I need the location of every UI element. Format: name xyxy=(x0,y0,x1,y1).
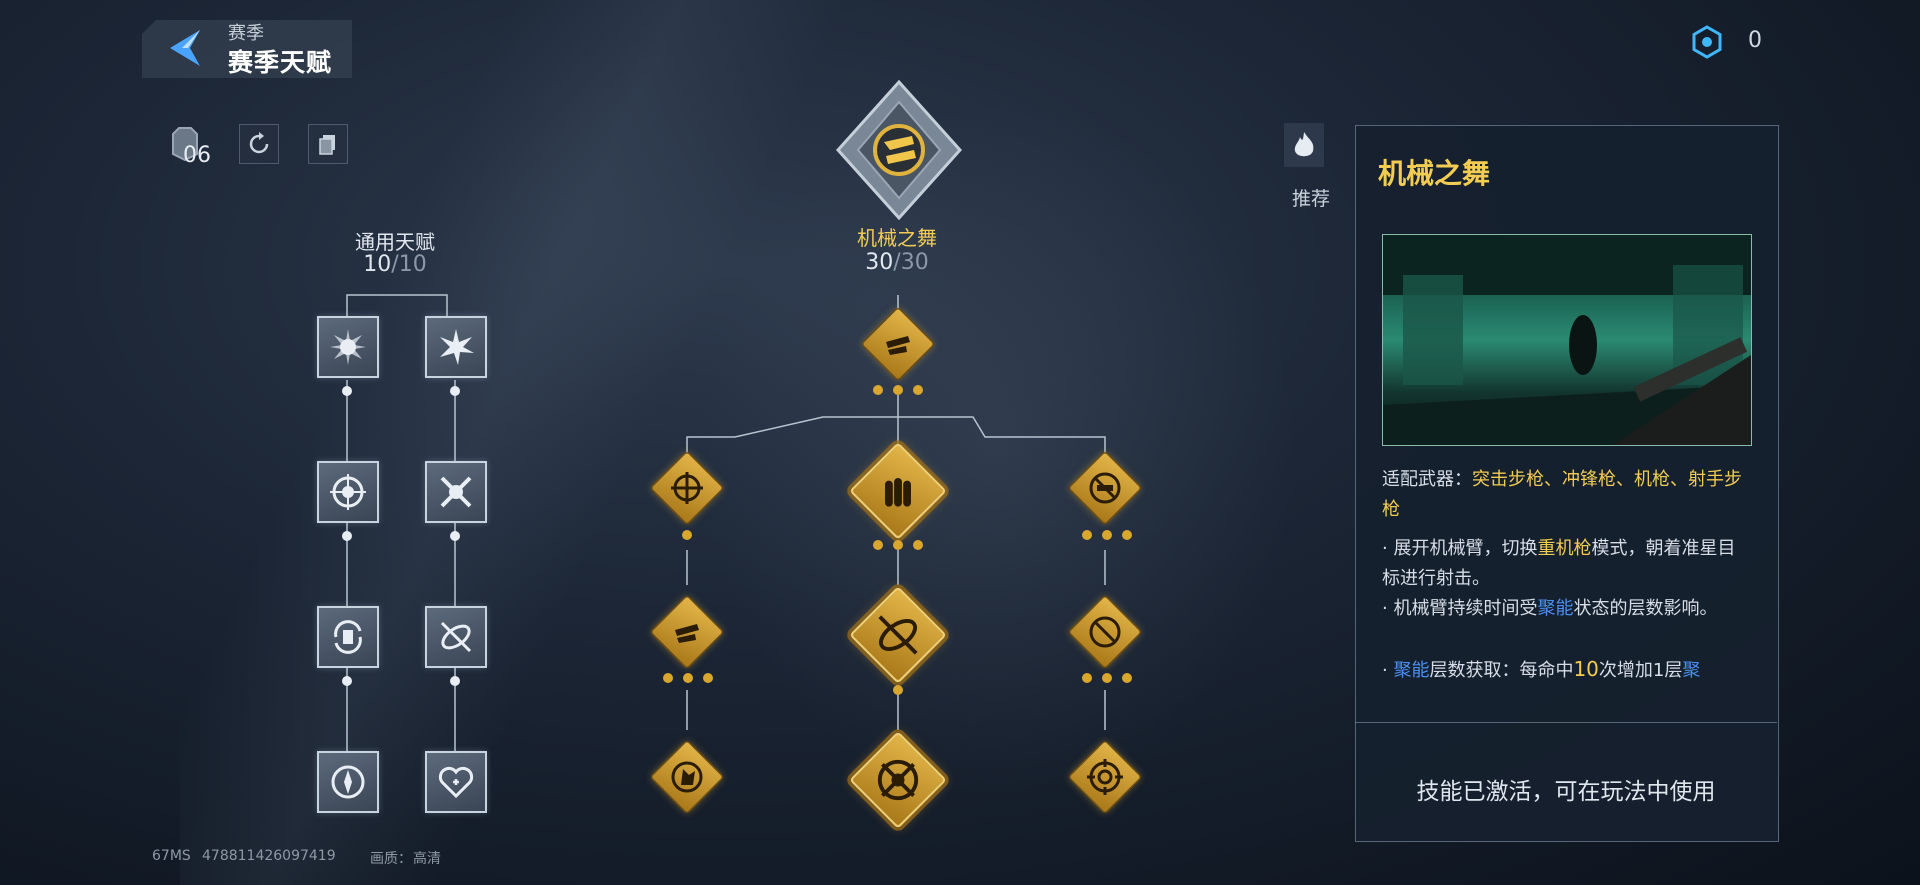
node-dot xyxy=(1102,530,1112,540)
node-dot xyxy=(1122,530,1132,540)
general-talent-count: 10/10 xyxy=(363,252,427,277)
back-arrow-icon[interactable] xyxy=(160,24,208,72)
node-dot xyxy=(893,385,903,395)
node-dot xyxy=(1122,673,1132,683)
general-talent-node[interactable] xyxy=(317,316,379,378)
node-dot xyxy=(913,540,923,550)
crosshair-icon xyxy=(671,472,703,504)
skull-cross-icon xyxy=(877,759,919,801)
user-id-text: 478811426097419 xyxy=(202,848,336,864)
node-dot xyxy=(703,673,713,683)
orbit-slash-icon xyxy=(878,615,918,655)
special-talent-node[interactable] xyxy=(1067,739,1143,815)
gun-icon xyxy=(886,336,910,355)
mech-dance-emblem-icon xyxy=(835,80,963,220)
special-talent-node[interactable] xyxy=(649,594,725,670)
node-dot xyxy=(1082,530,1092,540)
node-dot xyxy=(342,531,352,541)
node-dot xyxy=(342,676,352,686)
quality-value: 高清 xyxy=(413,851,441,867)
node-dot xyxy=(873,540,883,550)
target-ring-icon xyxy=(1087,759,1123,795)
general-talent-node[interactable] xyxy=(317,461,379,523)
special-talent-node[interactable] xyxy=(649,739,725,815)
copy-button[interactable] xyxy=(308,124,348,164)
general-talent-node[interactable] xyxy=(317,606,379,668)
skill-activated-status: 技能已激活，可在玩法中使用 xyxy=(1416,779,1716,805)
fire-icon xyxy=(1294,132,1314,157)
orbit-slash-icon xyxy=(440,621,472,653)
reset-icon xyxy=(249,132,269,154)
node-dot xyxy=(663,673,673,683)
heart-shield-icon xyxy=(438,766,474,799)
latency-text: 67MS xyxy=(152,848,191,864)
reload-cycle-icon xyxy=(334,620,362,654)
special-talent-count: 30/30 xyxy=(865,250,929,275)
target-face-icon xyxy=(330,474,366,510)
panel-title: 机械之舞 xyxy=(1378,157,1491,190)
desc-line-1: · 展开机械臂，切换重机枪模式，朝着准星目标进行射击。 xyxy=(1382,538,1736,589)
skill-scene-illustration xyxy=(1383,235,1751,445)
node-dot xyxy=(683,673,693,683)
general-talent-node[interactable] xyxy=(425,606,487,668)
skill-preview-image xyxy=(1382,234,1752,446)
no-gun-icon xyxy=(1089,472,1121,504)
recommend-label: 推荐 xyxy=(1292,188,1331,210)
impact-icon xyxy=(440,476,472,508)
general-talent-node[interactable] xyxy=(425,751,487,813)
node-dot xyxy=(450,386,460,396)
burst-icon xyxy=(440,329,474,365)
general-talent-title: 通用天赋 xyxy=(355,230,435,254)
special-talent-node-root[interactable] xyxy=(860,306,936,382)
node-dot xyxy=(450,676,460,686)
ammo-icon xyxy=(885,478,911,507)
page-title: 赛季天赋 xyxy=(228,48,333,77)
node-dot xyxy=(450,531,460,541)
special-talent-node[interactable] xyxy=(649,450,725,526)
currency-hex-icon xyxy=(1692,25,1722,59)
node-dot xyxy=(893,540,903,550)
burst-icon xyxy=(330,329,366,365)
special-talent-node-major[interactable] xyxy=(849,442,947,540)
reset-button[interactable] xyxy=(239,124,279,164)
node-dot xyxy=(342,386,352,396)
node-dot xyxy=(873,385,883,395)
currency-value: 0 xyxy=(1748,28,1762,53)
desc-line-2: · 机械臂持续时间受聚能状态的层数影响。 xyxy=(1382,598,1718,619)
desc-line-3: · 聚能层数获取：每命中10次增加1层聚 xyxy=(1382,657,1701,681)
node-dot xyxy=(1102,673,1112,683)
talent-points-value: 06 xyxy=(183,143,211,168)
general-talent-node[interactable] xyxy=(317,751,379,813)
special-talent-title: 机械之舞 xyxy=(857,226,937,250)
copy-icon xyxy=(319,135,335,155)
special-talent-node-major[interactable] xyxy=(849,586,947,684)
special-talent-node[interactable] xyxy=(1067,594,1143,670)
node-dot xyxy=(893,685,903,695)
special-talent-node[interactable] xyxy=(1067,450,1143,526)
general-talent-node[interactable] xyxy=(425,316,487,378)
recommend-button[interactable] xyxy=(1284,123,1324,167)
special-talent-node-major[interactable] xyxy=(849,731,947,829)
gun-icon xyxy=(675,624,699,643)
no-gun-icon xyxy=(1089,616,1121,648)
header-subtitle: 赛季 xyxy=(228,23,264,44)
general-talent-node[interactable] xyxy=(425,461,487,523)
quality-label: 画质： xyxy=(370,851,412,867)
node-dot xyxy=(1082,673,1092,683)
weapons-line: 适配武器：突击步枪、冲锋枪、机枪、射手步枪 xyxy=(1382,469,1742,520)
wolf-head-icon xyxy=(671,761,703,793)
compass-icon xyxy=(331,765,365,799)
node-dot xyxy=(913,385,923,395)
node-dot xyxy=(682,530,692,540)
